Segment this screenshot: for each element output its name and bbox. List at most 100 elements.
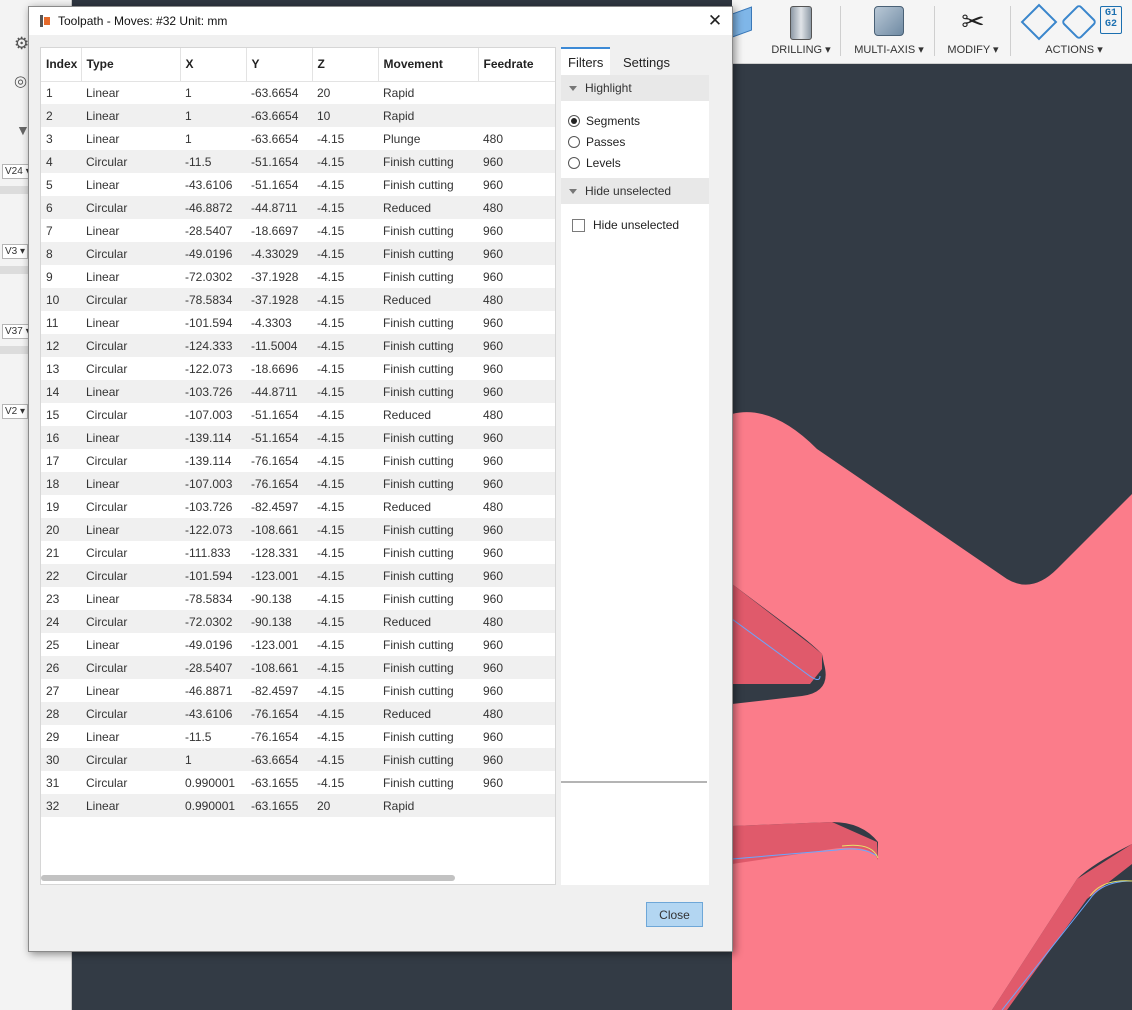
table-row[interactable]: 21 Circular -111.833 -128.331 -4.15 Finish cu… <box>41 541 555 564</box>
cell-index: 10 <box>41 288 81 311</box>
highlight-section-header[interactable]: Highlight <box>561 75 709 101</box>
column-header-z[interactable]: Z <box>312 48 379 82</box>
table-row[interactable]: 1 Linear 1 -63.6654 20 Rapid <box>41 81 555 104</box>
close-button[interactable]: Close <box>646 902 703 927</box>
cell-type: Linear <box>86 269 120 284</box>
radio-segments[interactable]: Segments <box>568 114 640 128</box>
cell-y: -76.1654 <box>246 472 312 495</box>
cell-x: -139.114 <box>180 426 246 449</box>
moves-table-panel[interactable]: Index Type X Y Z Movement Feedrate 1 Linear 1 -63… <box>40 47 556 885</box>
cell-feedrate: 960 <box>483 637 504 652</box>
table-row[interactable]: 5 Linear -43.6106 -51.1654 -4.15 Finish cutti… <box>41 173 555 196</box>
table-row[interactable]: 14 Linear -103.726 -44.8711 -4.15 Finish cutt… <box>41 380 555 403</box>
cell-x: -103.726 <box>185 499 233 514</box>
cell-z: -4.15 <box>312 196 378 219</box>
table-row[interactable]: 19 Circular -103.726 -82.4597 -4.15 Reduced 48… <box>41 495 555 518</box>
radio-button-icon[interactable] <box>568 115 580 127</box>
cell-movement: Finish cutting <box>378 334 478 357</box>
cell-y: -123.001 <box>246 564 312 587</box>
cell-index: 22 <box>41 564 81 587</box>
table-row[interactable]: 17 Circular -139.114 -76.1654 -4.15 Finish cu… <box>41 449 555 472</box>
cell-x: -124.333 <box>180 334 246 357</box>
toolbar-group-actions[interactable]: G1 G2 ACTIONS ▾ <box>1016 0 1132 62</box>
toolbar-group-modify[interactable]: ✂ MODIFY ▾ <box>940 0 1006 62</box>
cell-movement: Rapid <box>378 104 478 127</box>
table-row[interactable]: 7 Linear -28.5407 -18.6697 -4.15 Finish cutti… <box>41 219 555 242</box>
table-row[interactable]: 16 Linear -139.114 -51.1654 -4.15 Finish cutt… <box>41 426 555 449</box>
table-row[interactable]: 29 Linear -11.5 -76.1654 -4.15 Finish cutting… <box>41 725 555 748</box>
radio-button-icon[interactable] <box>568 157 580 169</box>
cell-index: 30 <box>41 748 81 771</box>
table-row[interactable]: 9 Linear -72.0302 -37.1928 -4.15 Finish cutti… <box>41 265 555 288</box>
toolbar-group-multi-axis[interactable]: MULTI-AXIS ▾ <box>850 0 928 62</box>
cell-y: -82.4597 <box>251 499 299 514</box>
table-row[interactable]: 24 Circular -72.0302 -90.138 -4.15 Reduced 480 <box>41 610 555 633</box>
column-header-y[interactable]: Y <box>246 48 313 82</box>
radio-levels[interactable]: Levels <box>568 156 621 170</box>
cell-type: Circular <box>81 334 180 357</box>
table-row[interactable]: 23 Linear -78.5834 -90.138 -4.15 Finish cutti… <box>41 587 555 610</box>
title-bar[interactable]: Toolpath - Moves: #32 Unit: mm ✕ <box>29 7 732 35</box>
cell-index: 18 <box>41 472 81 495</box>
table-row[interactable]: 3 Linear 1 -63.6654 -4.15 Plunge 480 <box>41 127 555 150</box>
table-row[interactable]: 27 Linear -46.8871 -82.4597 -4.15 Finish cutt… <box>41 679 555 702</box>
table-row[interactable]: 10 Circular -78.5834 -37.1928 -4.15 Reduced 48… <box>41 288 555 311</box>
tab-filters[interactable]: Filters <box>561 47 611 75</box>
radio-passes[interactable]: Passes <box>568 135 625 149</box>
column-header-movement[interactable]: Movement <box>378 48 479 82</box>
browser-chip-v2[interactable]: V2 ▾ <box>2 404 29 419</box>
column-header-index[interactable]: Index <box>41 48 82 82</box>
window-title: Toolpath - Moves: #32 Unit: mm <box>58 14 228 28</box>
table-row[interactable]: 31 Circular 0.990001 -63.1655 -4.15 Finish cu… <box>41 771 555 794</box>
radio-button-icon[interactable] <box>568 136 580 148</box>
toolbar-group-drilling[interactable]: DRILLING ▾ <box>770 0 832 62</box>
panel-splitter[interactable] <box>561 781 707 783</box>
browser-chip-v3[interactable]: V3 ▾ <box>2 244 29 259</box>
close-icon[interactable]: ✕ <box>704 10 726 32</box>
column-header-x[interactable]: X <box>180 48 247 82</box>
hide-section-header[interactable]: Hide unselected <box>561 178 709 204</box>
tab-settings[interactable]: Settings <box>616 47 677 75</box>
cell-x: 0.990001 <box>185 775 236 790</box>
hide-unselected-checkbox-row[interactable]: Hide unselected <box>572 218 679 232</box>
cell-feedrate: 960 <box>483 545 504 560</box>
cell-z: -4.15 <box>317 683 345 698</box>
table-row[interactable]: 6 Circular -46.8872 -44.8711 -4.15 Reduced 480 <box>41 196 555 219</box>
column-header-type[interactable]: Type <box>81 48 181 82</box>
cell-x: 1 <box>185 131 192 146</box>
cell-x: -78.5834 <box>180 288 246 311</box>
table-row[interactable]: 12 Circular -124.333 -11.5004 -4.15 Finish cu… <box>41 334 555 357</box>
cell-feedrate: 480 <box>478 702 555 725</box>
cell-index: 17 <box>46 453 60 468</box>
gear-icon[interactable]: ⚙ <box>14 34 29 54</box>
table-row[interactable]: 28 Circular -43.6106 -76.1654 -4.15 Reduced 48… <box>41 702 555 725</box>
hide-unselected-checkbox[interactable] <box>572 219 585 232</box>
table-row[interactable]: 13 Circular -122.073 -18.6696 -4.15 Finish cu… <box>41 357 555 380</box>
toolbar-icon-partial[interactable] <box>732 6 752 38</box>
table-row[interactable]: 4 Circular -11.5 -51.1654 -4.15 Finish cuttin… <box>41 150 555 173</box>
table-row[interactable]: 20 Linear -122.073 -108.661 -4.15 Finish cutt… <box>41 518 555 541</box>
table-row[interactable]: 15 Circular -107.003 -51.1654 -4.15 Reduced 48… <box>41 403 555 426</box>
table-row[interactable]: 18 Linear -107.003 -76.1654 -4.15 Finish cutt… <box>41 472 555 495</box>
horizontal-scrollbar[interactable] <box>41 875 455 881</box>
cell-index: 25 <box>46 637 60 652</box>
cell-feedrate: 960 <box>478 564 555 587</box>
cell-y: -51.1654 <box>246 426 312 449</box>
toolpath-dialog: Toolpath - Moves: #32 Unit: mm ✕ Index Ty… <box>28 6 733 952</box>
globe-icon[interactable]: ◎ <box>14 72 27 90</box>
table-row[interactable]: 26 Circular -28.5407 -108.661 -4.15 Finish cu… <box>41 656 555 679</box>
table-row[interactable]: 8 Circular -49.0196 -4.33029 -4.15 Finish cut… <box>41 242 555 265</box>
cell-movement: Finish cutting <box>383 545 454 560</box>
cell-movement: Finish cutting <box>383 729 454 744</box>
table-row[interactable]: 32 Linear 0.990001 -63.1655 20 Rapid <box>41 794 555 817</box>
table-row[interactable]: 11 Linear -101.594 -4.3303 -4.15 Finish cutti… <box>41 311 555 334</box>
cell-movement: Finish cutting <box>378 518 478 541</box>
column-header-feedrate[interactable]: Feedrate <box>478 48 555 82</box>
table-row[interactable]: 25 Linear -49.0196 -123.001 -4.15 Finish cutt… <box>41 633 555 656</box>
cell-feedrate: 960 <box>483 223 504 238</box>
table-row[interactable]: 30 Circular 1 -63.6654 -4.15 Finish cutting 96… <box>41 748 555 771</box>
cell-x: 1 <box>185 85 192 100</box>
table-row[interactable]: 22 Circular -101.594 -123.001 -4.15 Finish cu… <box>41 564 555 587</box>
cell-index: 21 <box>46 545 60 560</box>
table-row[interactable]: 2 Linear 1 -63.6654 10 Rapid <box>41 104 555 127</box>
